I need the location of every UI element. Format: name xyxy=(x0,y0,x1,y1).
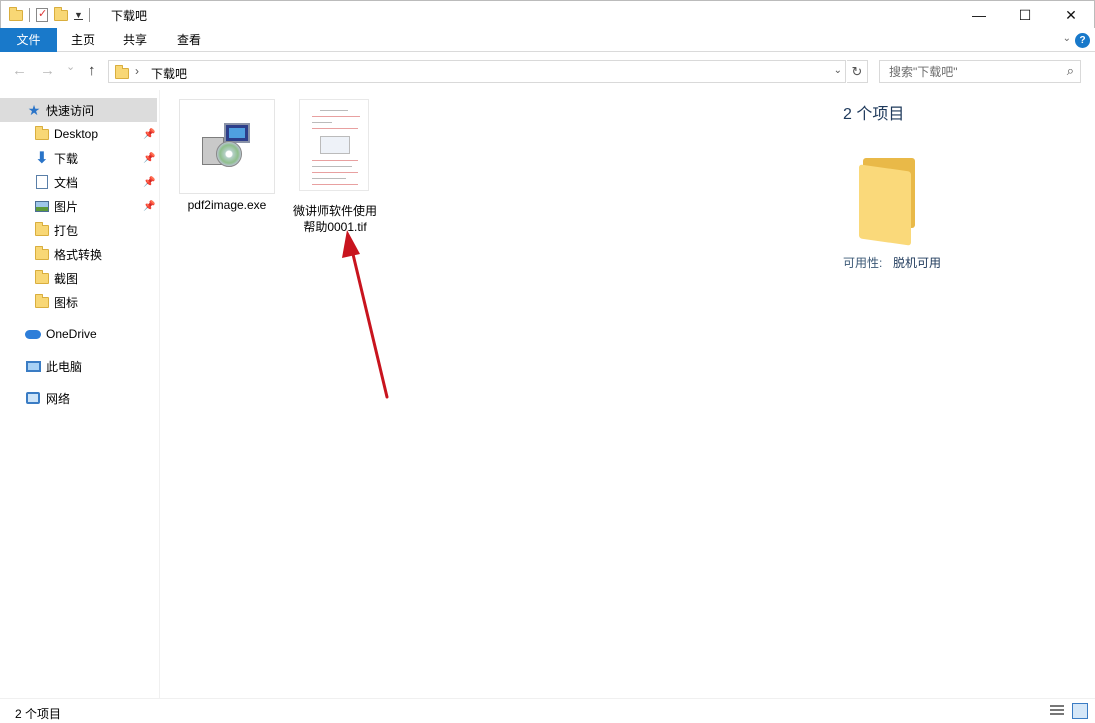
folder-icon xyxy=(115,65,129,79)
details-pane: 2 个项目 可用性: 脱机可用 xyxy=(819,90,1095,698)
sidebar-item-pictures[interactable]: 图片 📌 xyxy=(0,194,157,218)
sidebar-item-onedrive[interactable]: OneDrive xyxy=(0,322,157,346)
pin-icon[interactable]: 📌 xyxy=(143,129,155,140)
sidebar-item-documents[interactable]: 文档 📌 xyxy=(0,170,157,194)
tif-thumbnail-icon xyxy=(299,99,369,191)
sidebar-item-downloads[interactable]: ⬇ 下载 📌 xyxy=(0,146,157,170)
sidebar-item-format-convert[interactable]: 格式转换 xyxy=(0,242,157,266)
star-icon: ★ xyxy=(27,101,41,118)
details-item-count: 2 个项目 xyxy=(843,106,905,123)
installer-icon xyxy=(202,123,252,171)
sidebar-item-dabao[interactable]: 打包 xyxy=(0,218,157,242)
download-icon: ⬇ xyxy=(35,150,49,167)
sidebar-item-desktop[interactable]: Desktop 📌 xyxy=(0,122,157,146)
large-folder-icon xyxy=(859,158,915,246)
close-button[interactable]: ✕ xyxy=(1048,1,1094,29)
sidebar-item-quick-access[interactable]: ★ 快速访问 xyxy=(0,98,157,122)
sidebar-item-label: 图标 xyxy=(54,295,79,310)
sidebar-item-this-pc[interactable]: 此电脑 xyxy=(0,354,157,378)
folder-icon xyxy=(34,125,50,142)
search-box[interactable]: ⌕ xyxy=(879,60,1081,83)
customize-toolbar-icon[interactable]: ▼ xyxy=(74,10,83,20)
search-icon[interactable]: ⌕ xyxy=(1067,63,1074,79)
window-title: 下载吧 xyxy=(111,9,148,23)
refresh-button[interactable]: ↻ xyxy=(847,60,868,83)
details-view-icon[interactable] xyxy=(1050,703,1066,719)
file-item[interactable]: 微讲师软件使用 帮助0001.tif xyxy=(293,99,391,239)
folder-icon xyxy=(9,6,23,21)
availability-value: 脱机可用 xyxy=(893,256,942,270)
pin-icon[interactable]: 📌 xyxy=(143,201,155,212)
sidebar-item-label: 此电脑 xyxy=(46,359,83,374)
toolbar-divider xyxy=(29,8,30,22)
sidebar-item-label: 文档 xyxy=(54,175,79,190)
navigation-bar: ← → ⌄ ↑ › 下载吧 ⌄ ↻ ⌕ xyxy=(0,52,1095,90)
tab-file[interactable]: 文件 xyxy=(0,28,57,52)
address-bar[interactable]: › 下载吧 ⌄ xyxy=(108,60,846,83)
minimize-button[interactable]: — xyxy=(956,1,1002,29)
annotation-arrow-shaft xyxy=(350,248,389,399)
pin-icon[interactable]: 📌 xyxy=(143,177,155,188)
file-name: 微讲师软件使用 帮助0001.tif xyxy=(287,203,383,235)
sidebar-item-label: 图片 xyxy=(54,199,79,214)
new-folder-icon[interactable] xyxy=(54,6,68,21)
large-icons-view-icon[interactable] xyxy=(1072,703,1088,719)
up-button[interactable]: ↑ xyxy=(88,62,96,79)
file-name-line: 微讲师软件使用 xyxy=(292,204,377,218)
sidebar-item-label: 打包 xyxy=(54,223,79,238)
pin-icon[interactable]: 📌 xyxy=(143,153,155,164)
status-item-count: 2 个项目 xyxy=(15,707,62,721)
file-list: pdf2image.exe 微讲师软件使用 帮助0001.tif xyxy=(161,90,818,698)
search-input[interactable] xyxy=(880,61,1055,82)
file-name-line: 帮助0001.tif xyxy=(303,220,367,234)
expand-ribbon-icon[interactable]: ⌄ xyxy=(1063,33,1071,44)
quick-access-toolbar: ▼ xyxy=(9,6,90,23)
tab-view[interactable]: 查看 xyxy=(168,28,210,52)
sidebar-item-label: 截图 xyxy=(54,271,79,286)
sidebar-item-screenshots[interactable]: 截图 xyxy=(0,266,157,290)
tab-home[interactable]: 主页 xyxy=(62,28,104,52)
sidebar-item-label: Desktop xyxy=(54,127,99,141)
folder-icon xyxy=(34,293,50,310)
pictures-icon xyxy=(34,198,50,214)
breadcrumb-item[interactable]: 下载吧 xyxy=(151,65,187,82)
document-icon xyxy=(34,174,50,190)
sidebar-item-icons[interactable]: 图标 xyxy=(0,290,157,314)
tab-share[interactable]: 共享 xyxy=(114,28,156,52)
toolbar-divider xyxy=(88,8,90,22)
status-bar: 2 个项目 xyxy=(0,698,1095,723)
maximize-button[interactable]: ☐ xyxy=(1002,1,1048,29)
onedrive-icon xyxy=(25,326,41,342)
file-item[interactable]: pdf2image.exe xyxy=(179,99,275,229)
file-name: pdf2image.exe xyxy=(187,198,267,212)
folder-icon xyxy=(34,269,50,286)
sidebar-item-network[interactable]: 网络 xyxy=(0,386,157,410)
file-thumbnail xyxy=(179,99,275,194)
title-bar: ▼ 下载吧 — ☐ ✕ xyxy=(0,0,1095,28)
sidebar-item-label: 下载 xyxy=(54,151,79,166)
address-dropdown-icon[interactable]: ⌄ xyxy=(834,65,842,76)
folder-icon xyxy=(34,221,50,238)
help-icon[interactable]: ? xyxy=(1075,33,1090,48)
this-pc-icon xyxy=(25,358,41,374)
properties-icon[interactable] xyxy=(36,7,48,22)
forward-button[interactable]: → xyxy=(40,62,55,79)
sidebar-item-label: 格式转换 xyxy=(54,247,103,262)
breadcrumb-separator[interactable]: › xyxy=(135,64,139,78)
availability-label: 可用性: xyxy=(843,256,883,270)
recent-locations-button[interactable]: ⌄ xyxy=(66,60,75,73)
navigation-pane: ★ 快速访问 Desktop 📌 ⬇ 下载 📌 文档 📌 图片 📌 打包 格式转… xyxy=(0,90,160,698)
network-icon xyxy=(25,390,41,406)
sidebar-item-label: OneDrive xyxy=(46,327,97,341)
sidebar-item-label: 快速访问 xyxy=(46,103,95,118)
sidebar-item-label: 网络 xyxy=(46,391,71,406)
folder-icon xyxy=(34,245,50,262)
back-button[interactable]: ← xyxy=(12,62,27,79)
ribbon: 文件 主页 共享 查看 ⌄ ? xyxy=(0,28,1095,52)
